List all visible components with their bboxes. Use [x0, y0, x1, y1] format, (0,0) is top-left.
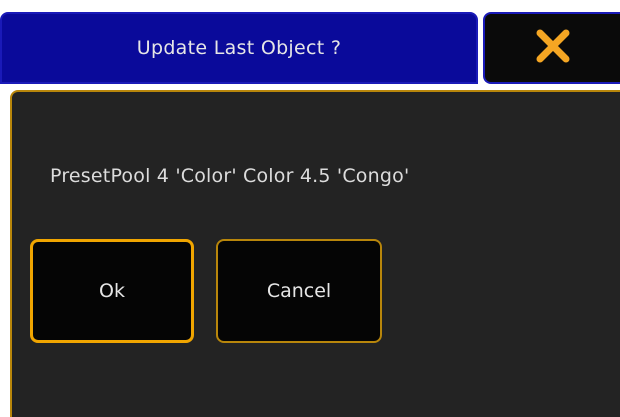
dialog-title: Update Last Object ?: [136, 37, 342, 59]
cancel-button[interactable]: Cancel: [216, 239, 382, 343]
ok-button[interactable]: Ok: [30, 239, 194, 343]
dialog-message: PresetPool 4 'Color' Color 4.5 'Congo': [50, 165, 410, 187]
close-icon: [533, 26, 573, 70]
dialog-body: PresetPool 4 'Color' Color 4.5 'Congo' O…: [10, 90, 620, 417]
close-button[interactable]: [483, 12, 620, 84]
dialog-title-bar: Update Last Object ?: [0, 12, 478, 84]
